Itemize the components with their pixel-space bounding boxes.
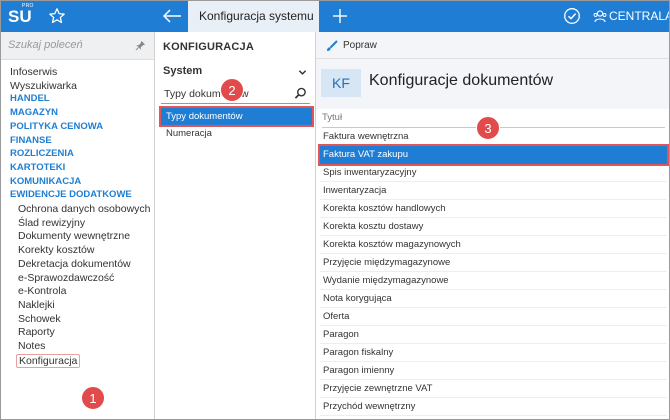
kf-badge: KF (321, 69, 361, 97)
favorites-star-icon[interactable] (48, 7, 66, 25)
document-row[interactable]: Spis inwentaryzacyjny (320, 164, 667, 182)
content-panel: Popraw KF Konfiguracje dokumentów Tytuł … (316, 32, 670, 420)
chevron-down-icon (298, 70, 307, 75)
document-row[interactable]: Paragon (320, 326, 667, 344)
document-row[interactable]: Korekta kosztów handlowych (320, 200, 667, 218)
nav-item-schowek[interactable]: Schowek (18, 313, 61, 325)
step-marker-1: 1 (81, 386, 105, 410)
nav-item-handel[interactable]: HANDEL (10, 93, 50, 104)
nav-item-ochrona-danych-osobowych[interactable]: Ochrona danych osobowych (18, 203, 151, 215)
nav-item-korekty-koszt-w[interactable]: Korekty kosztów (18, 244, 94, 256)
pin-icon[interactable] (135, 40, 146, 51)
brush-icon (327, 40, 338, 51)
document-row[interactable]: Korekta kosztów magazynowych (320, 236, 667, 254)
content-header: KF Konfiguracje dokumentów (316, 59, 670, 109)
nav-item-finanse[interactable]: FINANSE (10, 135, 52, 146)
document-row[interactable]: Przyjęcie międzymagazynowe (320, 254, 667, 272)
nav-item-raporty[interactable]: Raporty (18, 326, 55, 338)
document-row[interactable]: Paragon imienny (320, 362, 667, 380)
nav-item-e-kontrola[interactable]: e-Kontrola (18, 285, 66, 297)
nav-item-ewidencje-dodatkowe[interactable]: EWIDENCJE DODATKOWE (10, 189, 132, 200)
content-toolbar: Popraw (316, 32, 670, 59)
new-tab-plus-icon[interactable] (331, 7, 349, 25)
command-search-placeholder: Szukaj poleceń (8, 39, 83, 51)
document-row[interactable]: Przyjęcie zewnętrzne VAT (320, 380, 667, 398)
step-marker-3: 3 (476, 116, 500, 140)
nav-item-kartoteki[interactable]: KARTOTEKI (10, 162, 65, 173)
search-icon[interactable] (294, 87, 307, 100)
page-title: Konfiguracje dokumentów (369, 72, 554, 89)
command-search[interactable]: Szukaj poleceń (0, 32, 154, 60)
document-row[interactable]: Oferta (320, 308, 667, 326)
config-item-typy-dokumentow[interactable]: Typy dokumentów (159, 106, 314, 127)
document-row[interactable]: Paragon fiskalny (320, 344, 667, 362)
module-select-value: System (163, 65, 203, 77)
document-row[interactable]: Inwentaryzacja (320, 182, 667, 200)
top-bar: PRO SU Konfiguracja systemu CENTRALA (0, 0, 670, 32)
nav-item-naklejki[interactable]: Naklejki (18, 299, 55, 311)
nav-item-lad-rewizyjny[interactable]: Ślad rewizyjny (18, 217, 85, 229)
configuration-title: KONFIGURACJA (163, 41, 255, 53)
document-row[interactable]: Faktura VAT zakupu (318, 144, 669, 166)
users-icon (593, 10, 607, 23)
nav-item-rozliczenia[interactable]: ROZLICZENIA (10, 148, 74, 159)
step-marker-2: 2 (220, 78, 244, 102)
config-item-numeracja[interactable]: Numeracja (161, 125, 312, 142)
user-menu[interactable]: CENTRALA (593, 0, 670, 32)
nav-item-konfiguracja[interactable]: Konfiguracja (16, 353, 81, 368)
document-row[interactable]: Wydanie międzymagazynowe (320, 272, 667, 290)
document-row[interactable]: Przychód wewnętrzny (320, 398, 667, 416)
nav-item-dokumenty-wewn-trzne[interactable]: Dokumenty wewnętrzne (18, 230, 130, 242)
nav-item-e-sprawozdawczo[interactable]: e-Sprawozdawczość (18, 272, 114, 284)
document-row[interactable]: Korekta kosztu dostawy (320, 218, 667, 236)
tab-konfiguracja-systemu[interactable]: Konfiguracja systemu (188, 0, 319, 32)
user-name: CENTRALA (609, 9, 670, 23)
check-circle-icon[interactable] (563, 7, 581, 25)
nav-item-notes[interactable]: Notes (18, 340, 45, 352)
nav-item-komunikacja[interactable]: KOMUNIKACJA (10, 176, 81, 187)
column-header-label: Tytuł (322, 112, 343, 123)
nav-item-dekretacja-dokument-w[interactable]: Dekretacja dokumentów (18, 258, 131, 270)
nav-item-magazyn[interactable]: MAGAZYN (10, 107, 58, 118)
nav-item-infoserwis[interactable]: Infoserwis (10, 66, 57, 78)
logo-su-text: SU (8, 7, 32, 26)
navigation-panel: Szukaj poleceń Infoserwis Wyszukiwarka HAN… (0, 32, 155, 420)
document-row[interactable]: Nota korygująca (320, 290, 667, 308)
app-logo[interactable]: PRO SU (8, 3, 38, 29)
nav-item-wyszukiwarka[interactable]: Wyszukiwarka (10, 80, 77, 92)
nav-item-polityka-cenowa[interactable]: POLITYKA CENOWA (10, 121, 103, 132)
edit-button[interactable]: Popraw (343, 40, 377, 51)
back-arrow-icon[interactable] (161, 7, 183, 25)
